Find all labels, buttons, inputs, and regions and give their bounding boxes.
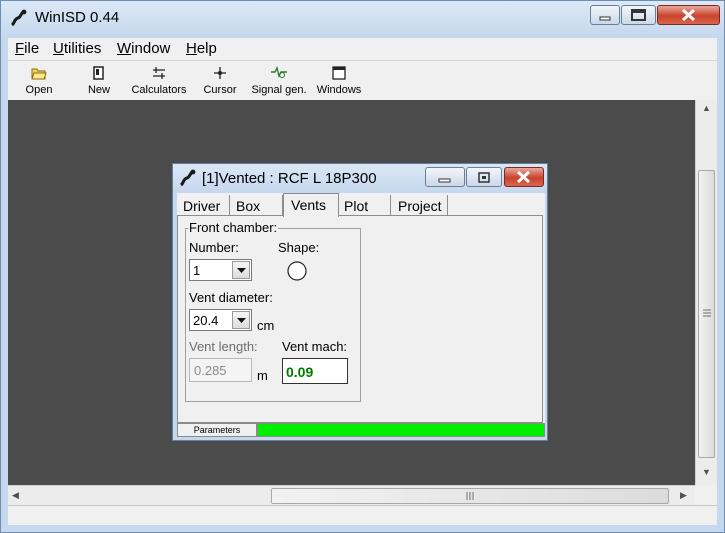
cursor-button[interactable]: Cursor bbox=[201, 62, 239, 100]
windows-button[interactable]: Windows bbox=[314, 62, 364, 100]
close-icon bbox=[516, 170, 531, 184]
number-select[interactable]: 1 bbox=[189, 259, 252, 281]
winisd-logo-icon bbox=[11, 9, 27, 27]
minimize-icon bbox=[438, 178, 451, 183]
menu-utilities[interactable]: Utilities bbox=[53, 40, 101, 57]
maximize-icon bbox=[631, 9, 646, 21]
signal-generator-icon bbox=[271, 66, 287, 79]
signal-gen-button[interactable]: Signal gen. bbox=[250, 62, 308, 100]
tab-box[interactable]: Box bbox=[231, 195, 283, 216]
calculator-icon bbox=[153, 67, 165, 79]
chevron-down-icon[interactable] bbox=[232, 261, 250, 279]
vertical-scrollbar[interactable]: ▲ ▼ bbox=[695, 100, 717, 485]
vent-diameter-label: Vent diameter: bbox=[189, 290, 273, 305]
parameters-bar: Parameters bbox=[177, 423, 545, 437]
tab-vents[interactable]: Vents bbox=[283, 193, 339, 217]
circle-shape-icon[interactable] bbox=[286, 260, 308, 282]
close-button[interactable] bbox=[657, 5, 720, 25]
vertical-scroll-thumb[interactable] bbox=[698, 170, 715, 458]
horizontal-scrollbar[interactable]: ◀ ▶ bbox=[8, 485, 695, 505]
vent-length-value: 0.285 bbox=[194, 363, 227, 378]
vents-tab-panel: Front chamber: Number: Shape: 1 Vent dia… bbox=[177, 215, 543, 423]
app-title: WinISD 0.44 bbox=[35, 9, 120, 26]
crosshair-icon bbox=[214, 67, 226, 79]
horizontal-scroll-thumb[interactable] bbox=[271, 488, 669, 504]
project-window: [1]Vented : RCF L 18P300 Driver Box Vent… bbox=[172, 163, 548, 441]
windows-icon bbox=[332, 66, 346, 80]
calculators-button[interactable]: Calculators bbox=[131, 62, 187, 100]
vent-mach-field: 0.09 bbox=[282, 358, 348, 384]
number-value: 1 bbox=[193, 263, 201, 278]
grip-icon bbox=[703, 309, 711, 317]
winisd-logo-icon bbox=[180, 169, 196, 187]
grip-icon bbox=[466, 492, 474, 500]
tab-driver[interactable]: Driver bbox=[179, 195, 230, 216]
menu-window[interactable]: Window bbox=[117, 40, 170, 57]
child-minimize-button[interactable] bbox=[425, 167, 465, 187]
parameters-label: Parameters bbox=[177, 423, 257, 437]
tab-plot[interactable]: Plot bbox=[339, 195, 391, 216]
child-body: Driver Box Vents Plot Project Front cham… bbox=[177, 193, 545, 437]
child-close-button[interactable] bbox=[504, 167, 544, 187]
maximize-button[interactable] bbox=[621, 5, 656, 25]
number-label: Number: bbox=[189, 240, 239, 255]
child-window-title: [1]Vented : RCF L 18P300 bbox=[202, 170, 377, 187]
folder-open-icon bbox=[31, 68, 47, 80]
close-icon bbox=[681, 8, 696, 22]
vent-diameter-select[interactable]: 20.4 bbox=[189, 309, 252, 331]
menu-file[interactable]: File bbox=[15, 40, 39, 57]
minimize-button[interactable] bbox=[590, 5, 620, 25]
child-restore-button[interactable] bbox=[466, 167, 502, 187]
new-button[interactable]: New bbox=[82, 62, 116, 100]
parameters-progress bbox=[257, 423, 545, 437]
toolbar: Open New Calculators Cursor Signal gen. … bbox=[8, 60, 717, 100]
scroll-left-icon[interactable]: ◀ bbox=[12, 490, 19, 501]
vent-length-field: 0.285 bbox=[189, 358, 252, 382]
new-document-icon bbox=[93, 66, 104, 80]
vent-length-unit: m bbox=[257, 368, 268, 383]
scroll-up-icon[interactable]: ▲ bbox=[702, 103, 711, 113]
scrollbar-corner bbox=[695, 485, 717, 505]
vent-length-label: Vent length: bbox=[189, 339, 258, 354]
status-bar bbox=[8, 505, 717, 525]
scroll-down-icon[interactable]: ▼ bbox=[702, 467, 711, 477]
minimize-icon bbox=[599, 16, 611, 21]
chevron-down-icon[interactable] bbox=[232, 311, 250, 329]
parameters-progress-fill bbox=[258, 424, 544, 436]
menu-bar: File Utilities Window Help bbox=[8, 38, 717, 60]
scroll-right-icon[interactable]: ▶ bbox=[680, 490, 687, 501]
menu-help[interactable]: Help bbox=[186, 40, 217, 57]
shape-label: Shape: bbox=[278, 240, 320, 255]
vent-mach-label: Vent mach: bbox=[282, 339, 348, 354]
open-button[interactable]: Open bbox=[20, 62, 58, 100]
vent-diameter-value: 20.4 bbox=[193, 313, 219, 328]
front-chamber-label: Front chamber: bbox=[188, 220, 279, 235]
vent-mach-value: 0.09 bbox=[286, 364, 314, 380]
tab-project[interactable]: Project bbox=[392, 195, 448, 216]
restore-icon bbox=[478, 172, 490, 183]
vent-diameter-unit: cm bbox=[257, 318, 275, 333]
